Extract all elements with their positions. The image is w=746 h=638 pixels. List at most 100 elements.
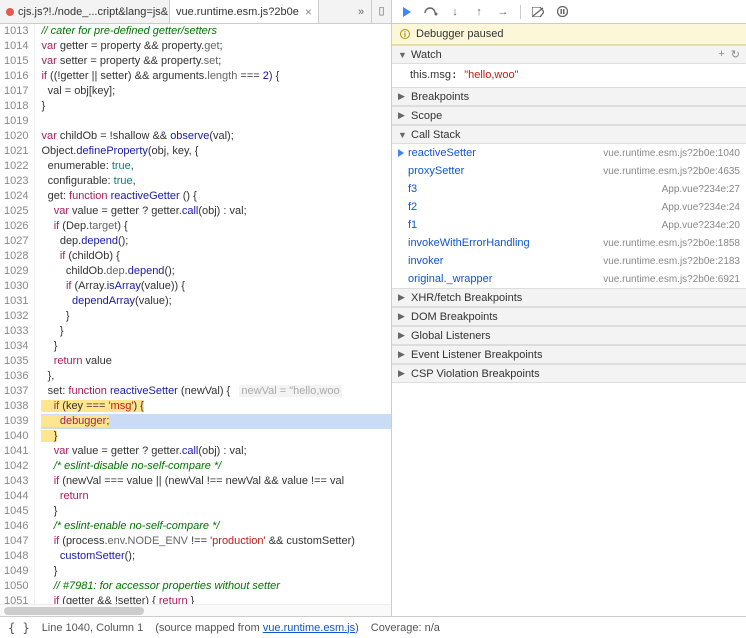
deactivate-breakpoints-button[interactable] [531, 5, 545, 19]
code-line[interactable]: childOb.dep.depend(); [41, 264, 391, 279]
frame-location: vue.runtime.esm.js?2b0e:1858 [603, 238, 740, 249]
code-line[interactable]: } [41, 324, 391, 339]
code-line[interactable]: /* eslint-enable no-self-compare */ [41, 519, 391, 534]
chevron-right-icon: ▶ [398, 110, 407, 121]
stack-frame[interactable]: invoker vue.runtime.esm.js?2b0e:2183 [392, 252, 746, 270]
tabs-overflow-icon[interactable]: » [351, 6, 371, 18]
global-listeners-header[interactable]: ▶ Global Listeners [392, 326, 746, 345]
watch-expression[interactable]: this.msg [410, 69, 451, 81]
code-line[interactable]: if (newVal === value || (newVal !== newV… [41, 474, 391, 489]
code-line[interactable]: } [41, 504, 391, 519]
watch-header[interactable]: ▼ Watch + ↻ [392, 45, 746, 64]
code-line[interactable]: if (Array.isArray(value)) { [41, 279, 391, 294]
code-line[interactable]: dependArray(value); [41, 294, 391, 309]
callstack-header[interactable]: ▼ Call Stack [392, 125, 746, 144]
watch-value: "hello,woo" [464, 69, 518, 81]
code-line[interactable]: var childOb = !shallow && observe(val); [41, 129, 391, 144]
frame-location: App.vue?234e:20 [662, 220, 740, 231]
stack-frame[interactable]: reactiveSetter vue.runtime.esm.js?2b0e:10… [392, 144, 746, 162]
frame-function: f2 [408, 201, 417, 213]
file-tab[interactable]: cjs.js?!./node_...cript&lang=js&× [0, 0, 170, 23]
code-line[interactable]: return [41, 489, 391, 504]
stack-frame[interactable]: f2 App.vue?234e:24 [392, 198, 746, 216]
code-line[interactable]: if ((!getter || setter) && arguments.len… [41, 69, 391, 84]
coverage-status: Coverage: n/a [371, 622, 440, 634]
chevron-right-icon: ▶ [398, 311, 407, 322]
stack-frame[interactable]: invokeWithErrorHandling vue.runtime.esm.j… [392, 234, 746, 252]
chevron-right-icon: ▶ [398, 330, 407, 341]
resume-button[interactable] [400, 5, 414, 19]
frame-function: invokeWithErrorHandling [408, 237, 530, 249]
code-line[interactable]: if (getter && !setter) { return } [41, 594, 391, 604]
chevron-right-icon: ▶ [398, 91, 407, 102]
chevron-right-icon: ▶ [398, 349, 407, 360]
horizontal-scrollbar[interactable] [0, 604, 391, 616]
code-line[interactable]: // cater for pre-defined getter/setters [41, 24, 391, 39]
code-line[interactable]: if (process.env.NODE_ENV !== 'production… [41, 534, 391, 549]
code-line[interactable]: if (key === 'msg') { [41, 399, 391, 414]
code-line[interactable]: configurable: true, [41, 174, 391, 189]
code-line[interactable]: } [41, 99, 391, 114]
paused-text: Debugger paused [416, 28, 503, 40]
step-out-button[interactable]: ↑ [472, 5, 486, 19]
step-into-button[interactable]: ↓ [448, 5, 462, 19]
step-button[interactable]: → [496, 5, 510, 19]
event-breakpoints-header[interactable]: ▶ Event Listener Breakpoints [392, 345, 746, 364]
stack-frame[interactable]: f1 App.vue?234e:20 [392, 216, 746, 234]
code-line[interactable]: debugger; [41, 414, 391, 429]
code-line[interactable]: } [41, 429, 391, 444]
info-icon: i [400, 29, 410, 39]
frame-location: App.vue?234e:24 [662, 202, 740, 213]
file-tab[interactable]: vue.runtime.esm.js?2b0e× [170, 0, 319, 23]
csp-breakpoints-header[interactable]: ▶ CSP Violation Breakpoints [392, 364, 746, 383]
step-over-button[interactable] [424, 5, 438, 19]
code-line[interactable]: if (Dep.target) { [41, 219, 391, 234]
frame-location: vue.runtime.esm.js?2b0e:6921 [603, 274, 740, 285]
code-line[interactable]: var value = getter ? getter.call(obj) : … [41, 444, 391, 459]
code-line[interactable]: } [41, 309, 391, 324]
code-line[interactable]: } [41, 339, 391, 354]
pretty-print-icon[interactable]: { } [8, 621, 30, 635]
code-line[interactable]: }, [41, 369, 391, 384]
code-line[interactable]: var value = getter ? getter.call(obj) : … [41, 204, 391, 219]
source-panel: cjs.js?!./node_...cript&lang=js&×vue.run… [0, 0, 392, 616]
refresh-watch-icon[interactable]: ↻ [731, 48, 740, 61]
toggle-sidebar-icon[interactable]: ▯ [371, 0, 391, 23]
breakpoints-header[interactable]: ▶ Breakpoints [392, 87, 746, 106]
code-editor[interactable]: 1013101410151016101710181019102010211022… [0, 24, 391, 604]
code-line[interactable]: customSetter(); [41, 549, 391, 564]
add-watch-icon[interactable]: + [718, 48, 724, 61]
code-line[interactable]: return value [41, 354, 391, 369]
code-line[interactable]: Object.defineProperty(obj, key, { [41, 144, 391, 159]
chevron-right-icon: ▶ [398, 368, 407, 379]
code-line[interactable]: // #7981: for accessor properties withou… [41, 579, 391, 594]
dom-breakpoints-header[interactable]: ▶ DOM Breakpoints [392, 307, 746, 326]
close-icon[interactable]: × [305, 5, 312, 19]
xhr-breakpoints-header[interactable]: ▶ XHR/fetch Breakpoints [392, 288, 746, 307]
frame-function: f3 [408, 183, 417, 195]
pause-exceptions-button[interactable] [555, 5, 569, 19]
code-line[interactable]: var setter = property && property.set; [41, 54, 391, 69]
code-line[interactable]: val = obj[key]; [41, 84, 391, 99]
code-line[interactable]: get: function reactiveGetter () { [41, 189, 391, 204]
code-line[interactable]: set: function reactiveSetter (newVal) { … [41, 384, 391, 399]
source-map-link[interactable]: vue.runtime.esm.js [263, 622, 355, 634]
code-line[interactable]: } [41, 564, 391, 579]
stack-frame[interactable]: f3App.vue?234e:27 [392, 180, 746, 198]
frame-location: vue.runtime.esm.js?2b0e:1040 [603, 148, 740, 159]
code-line[interactable]: var getter = property && property.get; [41, 39, 391, 54]
frame-function: reactiveSetter [408, 147, 476, 159]
frame-function: f1 [408, 219, 417, 231]
code-line[interactable]: enumerable: true, [41, 159, 391, 174]
paused-banner: i Debugger paused [392, 24, 746, 45]
code-line[interactable]: dep.depend(); [41, 234, 391, 249]
code-line[interactable]: /* eslint-disable no-self-compare */ [41, 459, 391, 474]
frame-function: invoker [408, 255, 443, 267]
stack-frame[interactable]: proxySettervue.runtime.esm.js?2b0e:4635 [392, 162, 746, 180]
watch-body: this.msg: "hello,woo" [392, 64, 746, 87]
code-line[interactable] [41, 114, 391, 129]
scope-header[interactable]: ▶ Scope [392, 106, 746, 125]
frame-location: vue.runtime.esm.js?2b0e:2183 [603, 256, 740, 267]
stack-frame[interactable]: original._wrappervue.runtime.esm.js?2b0e… [392, 270, 746, 288]
code-line[interactable]: if (childOb) { [41, 249, 391, 264]
